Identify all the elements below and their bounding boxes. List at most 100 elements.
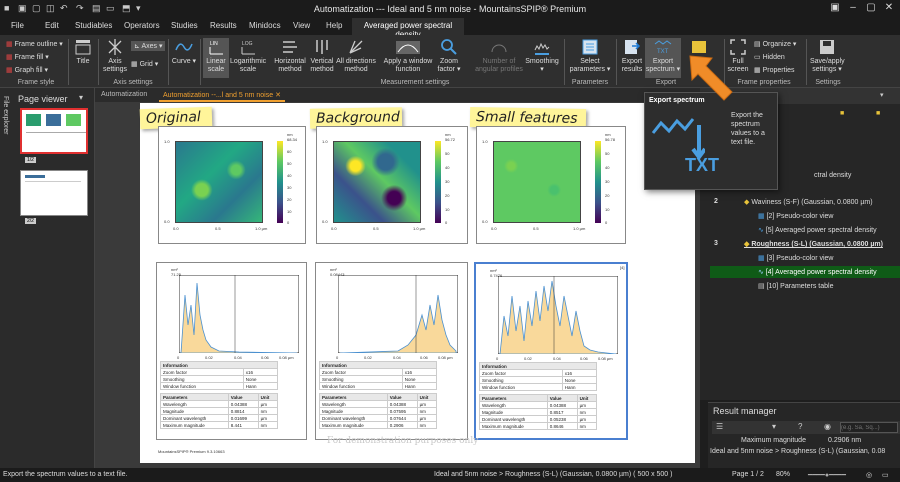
select-parameters-label: Select parameters [569, 58, 605, 73]
info-value: None [401, 375, 438, 383]
curve-button[interactable]: Curve ▾ [171, 38, 197, 66]
param-unit: µm [416, 414, 438, 422]
smoothing-button[interactable]: Smoothing ▾ [524, 38, 560, 74]
param-value: 0.01699 [227, 414, 259, 422]
visibility-icon[interactable]: ◉ [824, 422, 831, 431]
zoom-factor-button[interactable]: Zoom factor ▾ [436, 38, 462, 74]
tree-item-r-params[interactable]: ▤ [10] Parameters table [758, 282, 834, 290]
grid-button[interactable]: ▦ Grid ▾ [131, 60, 158, 68]
vertical-method-button[interactable]: Vertical method [308, 38, 336, 74]
page-viewer-options-icon[interactable]: ▾ [79, 93, 83, 102]
tree-item-label: [5] Averaged power spectral density [765, 227, 877, 234]
file-explorer-tab[interactable]: File explorer [0, 88, 15, 468]
curve-icon [175, 43, 193, 51]
colorbar-tick: 10 [445, 207, 450, 212]
ribbon-separator [616, 39, 617, 85]
parameters-table: Parameters Value Unit Wavelength 0.04388 µm … [319, 393, 438, 429]
pseudo-color-frame-small-features[interactable]: nm 56.78 50 40 30 20 10 0 1.0 0.0 0.0 0.… [476, 126, 626, 244]
tree-item-r-pseudo[interactable]: ▦ [3] Pseudo-color view [758, 254, 833, 262]
x-tick: 0.02 [364, 355, 372, 360]
tab-averaged-psd[interactable]: Averaged power spectral density [352, 18, 464, 39]
frame-outline-button[interactable]: ▦ Frame outline ▾ [6, 40, 63, 48]
page-number-1: 1/2 [25, 157, 36, 163]
smoothing-label: Smoothing [525, 58, 559, 65]
tab-automatization[interactable]: Automatization [97, 89, 151, 102]
spectrum-frame-background[interactable]: nm² 0.08443 0 0.02 0.04 0.06 0.08 µm Inf… [315, 262, 468, 440]
pseudo-color-frame-background[interactable]: nm 56.72 50 40 30 20 10 0 1.0 0.0 0.0 0.… [316, 126, 468, 244]
zoom-window-icon[interactable]: ▭ [882, 471, 889, 479]
pseudo-color-frame-original[interactable]: nm 68.34 60 50 40 30 20 10 0 1.0 0.0 0.0… [158, 126, 306, 244]
select-parameters-button[interactable]: Select parameters ▾ [568, 38, 612, 74]
tree-item-waviness[interactable]: ◆ Waviness (S-F) (Gaussian, 0.0800 µm) [744, 198, 873, 206]
tab-studies[interactable]: Studies [171, 21, 198, 30]
all-directions-method-button[interactable]: All directions method [336, 38, 376, 74]
title-button[interactable]: Title [72, 38, 94, 66]
apply-window-function-button[interactable]: Apply a window function [380, 38, 436, 74]
hidden-button[interactable]: ▭ Hidden [754, 53, 785, 61]
axis-group-label: Axis settings [113, 79, 153, 86]
tree-toolbar-icon[interactable]: ■ [876, 110, 880, 117]
export-spectrum-button[interactable]: TXT Export spectrum ▾ [645, 38, 681, 78]
properties-button[interactable]: ▦ Properties [754, 66, 794, 74]
y-tick: 0.0 [164, 219, 170, 224]
tree-item-r-apsd[interactable]: ∿ [4] Averaged power spectral density [758, 268, 877, 276]
axis-settings-button[interactable]: Axis settings [101, 38, 129, 74]
tab-results[interactable]: Results [210, 21, 237, 30]
tab-automatization-noise[interactable]: Automatization --...l and 5 nm noise ✕ [159, 89, 285, 102]
organize-button[interactable]: ▤ Organize ▾ [754, 40, 796, 48]
x-tick: 0 [336, 355, 339, 360]
zoom-fit-icon[interactable]: ◎ [866, 471, 872, 479]
svg-text:LOG: LOG [242, 41, 253, 47]
filter-icon[interactable]: ☰ [716, 422, 723, 431]
param-unit: nm [257, 421, 279, 429]
info-value: x16 [401, 368, 438, 376]
page-thumbnail-1[interactable] [20, 108, 88, 154]
save-apply-settings-button[interactable]: Save/apply settings ▾ [810, 38, 845, 74]
x-tick: 0.06 [580, 356, 588, 361]
tree-panel-menu-icon[interactable]: ▾ [880, 91, 884, 99]
spectrum-frame-small-features[interactable]: [4] nm² 0.7476 0 0.02 0.04 0.06 0.08 µm … [474, 262, 628, 440]
tree-item-w-pseudo[interactable]: ▦ [2] Pseudo-color view [758, 212, 833, 220]
minimize-icon[interactable]: – [846, 2, 860, 13]
param-name: Magnitude [479, 408, 548, 416]
spectrum-frame-original[interactable]: nm² 71.25 0 0.02 0.04 0.06 0.08 µm Infor… [156, 262, 307, 440]
horizontal-method-label: Horizontal method [274, 58, 306, 73]
tree-item-roughness[interactable]: ◆ Roughness (S-L) (Gaussian, 0.0800 µm) [744, 240, 883, 248]
tree-item-partial[interactable]: ctral density [814, 172, 851, 179]
tab-edit[interactable]: Edit [45, 21, 59, 30]
export-results-button[interactable]: Export results [620, 38, 644, 74]
colorbar-tick: 20 [605, 193, 610, 198]
logarithmic-scale-label: Logarithmic scale [230, 58, 267, 73]
unit-header: Unit [576, 394, 598, 402]
select-parameters-icon [582, 39, 598, 55]
close-tab-icon[interactable]: ✕ [275, 92, 281, 99]
result-search-input[interactable] [840, 422, 898, 433]
maximize-icon[interactable]: ▢ [864, 2, 878, 13]
tab-minidocs[interactable]: Minidocs [249, 21, 281, 30]
close-icon[interactable]: ✕ [882, 2, 896, 13]
linear-scale-button[interactable]: LIN Linear scale [203, 38, 229, 78]
info-key: Window function [479, 383, 563, 391]
result-row-path[interactable]: Ideal and 5nm noise > Roughness (S-L) (G… [710, 448, 885, 455]
tree-item-label: [2] Pseudo-color view [766, 213, 834, 220]
zoom-slider[interactable]: ━━━━●━━━━ [808, 471, 846, 479]
ribbon-toggle-icon[interactable]: ▣ [828, 2, 842, 13]
tree-item-w-apsd[interactable]: ∿ [5] Averaged power spectral density [758, 226, 877, 234]
horizontal-method-button[interactable]: Horizontal method [272, 38, 308, 74]
tab-studiables[interactable]: Studiables [75, 21, 112, 30]
axes-button[interactable]: ⊾ Axes ▾ [131, 41, 166, 51]
collapse-icon[interactable]: ▾ [772, 422, 776, 431]
info-header: Information [479, 362, 597, 370]
frame-fill-button[interactable]: ▦ Frame fill ▾ [6, 53, 49, 61]
page-thumbnail-2[interactable] [20, 170, 88, 216]
tab-file[interactable]: File [11, 21, 24, 30]
tab-operators[interactable]: Operators [124, 21, 160, 30]
tab-view[interactable]: View [293, 21, 310, 30]
graph-fill-button[interactable]: ▦ Graph fill ▾ [6, 66, 48, 74]
help-icon[interactable]: ? [798, 422, 802, 431]
tree-toolbar-icon[interactable]: ■ [840, 110, 844, 117]
logarithmic-scale-button[interactable]: LOG Logarithmic scale [230, 38, 266, 74]
tab-help[interactable]: Help [326, 21, 342, 30]
save-apply-settings-label: Save/apply settings [810, 58, 845, 73]
status-selection: Ideal and 5nm noise > Roughness (S-L) (G… [434, 471, 673, 478]
